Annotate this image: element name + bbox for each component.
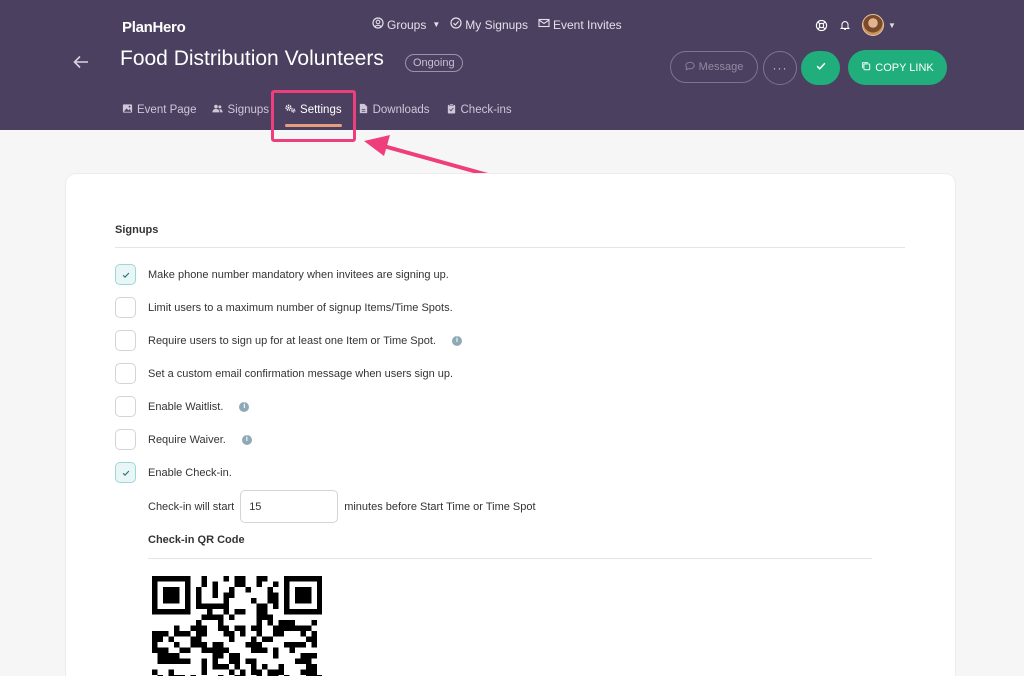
avatar[interactable] <box>862 14 884 36</box>
option-label: Enable Waitlist. <box>148 400 224 413</box>
section-title: Signups <box>115 224 159 236</box>
tab-check-ins[interactable]: Check-ins <box>446 102 512 118</box>
top-nav: Groups ▼ My Signups Event Invites <box>372 17 622 32</box>
checkmark-icon <box>122 470 129 476</box>
more-options-label: ··· <box>772 61 788 75</box>
checkbox[interactable] <box>115 396 136 417</box>
chat-bubble-icon <box>685 61 695 74</box>
option-label: Set a custom email confirmation message … <box>148 367 454 380</box>
help-lifebuoy-icon[interactable] <box>814 18 828 32</box>
option-label: Require users to sign up for at least on… <box>148 334 436 347</box>
event-title: Food Distribution Volunteers <box>120 47 384 70</box>
nav-event-invites-label: Event Invites <box>552 17 622 32</box>
tab-signups[interactable]: Signups <box>212 102 269 118</box>
app-logo[interactable]: PlanHero <box>122 19 186 36</box>
more-options-button[interactable]: ··· <box>763 51 797 85</box>
checkmark-icon <box>122 272 129 278</box>
message-button[interactable]: Message <box>670 51 758 83</box>
bell-icon[interactable] <box>838 18 852 32</box>
settings-card: Signups Make phone number mandatory when… <box>66 174 955 676</box>
checkmark-icon <box>815 59 827 77</box>
info-icon[interactable]: i <box>451 335 462 346</box>
nav-groups[interactable]: Groups ▼ <box>372 17 440 32</box>
mark-complete-button[interactable] <box>801 51 840 85</box>
image-icon <box>122 103 133 117</box>
caret-down-icon[interactable]: ▼ <box>888 21 896 30</box>
checkbox[interactable] <box>115 297 136 318</box>
nav-event-invites[interactable]: Event Invites <box>538 17 622 32</box>
option-check-in[interactable]: Enable Check-in. <box>115 462 232 483</box>
info-icon[interactable]: i <box>239 401 250 412</box>
check-in-suffix: minutes before Start Time or Time Spot <box>344 500 536 513</box>
caret-down-icon: ▼ <box>432 20 441 29</box>
users-icon <box>212 103 224 117</box>
qr-code-title: Check-in QR Code <box>148 534 245 546</box>
check-in-start-row: Check-in will start minutes before Start… <box>148 490 536 523</box>
option-label: Limit users to a maximum number of signu… <box>148 301 453 314</box>
user-utilities: ▼ <box>814 14 896 36</box>
tab-downloads[interactable]: Downloads <box>358 102 430 118</box>
nav-my-signups-label: My Signups <box>465 17 528 32</box>
option-limit-items[interactable]: Limit users to a maximum number of signu… <box>115 297 453 318</box>
nav-my-signups[interactable]: My Signups <box>450 17 528 32</box>
checkbox[interactable] <box>115 363 136 384</box>
file-icon <box>358 103 369 117</box>
option-require-one-item[interactable]: Require users to sign up for at least on… <box>115 330 462 351</box>
checkbox[interactable] <box>115 264 136 285</box>
checkbox[interactable] <box>115 462 136 483</box>
check-circle-icon <box>450 17 462 32</box>
option-label: Enable Check-in. <box>148 466 232 479</box>
message-button-label: Message <box>698 61 744 73</box>
option-custom-email[interactable]: Set a custom email confirmation message … <box>115 363 453 384</box>
tab-event-page-label: Event Page <box>137 104 197 116</box>
checkbox[interactable] <box>115 429 136 450</box>
tab-event-page[interactable]: Event Page <box>122 102 196 118</box>
copy-link-button[interactable]: COPY LINK <box>848 50 947 85</box>
copy-link-label: COPY LINK <box>875 61 934 74</box>
settings-tab-highlight <box>271 90 356 142</box>
tab-check-ins-label: Check-ins <box>460 104 512 116</box>
check-in-minutes-input[interactable] <box>240 490 339 523</box>
check-in-qr-code <box>152 576 322 676</box>
user-circle-icon <box>372 17 384 32</box>
option-waiver[interactable]: Require Waiver. i <box>115 429 252 450</box>
checkbox[interactable] <box>115 330 136 351</box>
envelope-icon <box>538 17 550 32</box>
nav-groups-label: Groups <box>387 17 427 32</box>
option-waitlist[interactable]: Enable Waitlist. i <box>115 396 250 417</box>
tab-downloads-label: Downloads <box>372 104 430 116</box>
option-phone-mandatory[interactable]: Make phone number mandatory when invitee… <box>115 264 449 285</box>
back-arrow-icon[interactable] <box>72 52 90 72</box>
info-icon[interactable]: i <box>241 434 252 445</box>
qr-divider <box>148 558 872 559</box>
option-label: Make phone number mandatory when invitee… <box>148 268 449 281</box>
check-in-prefix: Check-in will start <box>148 500 235 513</box>
option-label: Require Waiver. <box>148 433 226 446</box>
section-divider <box>115 247 905 248</box>
status-badge: Ongoing <box>405 54 463 72</box>
clipboard-icon <box>446 103 457 117</box>
app-header: PlanHero Groups ▼ My Signups Event Invit… <box>0 0 1024 130</box>
copy-icon <box>861 61 871 74</box>
tab-signups-label: Signups <box>227 104 270 116</box>
